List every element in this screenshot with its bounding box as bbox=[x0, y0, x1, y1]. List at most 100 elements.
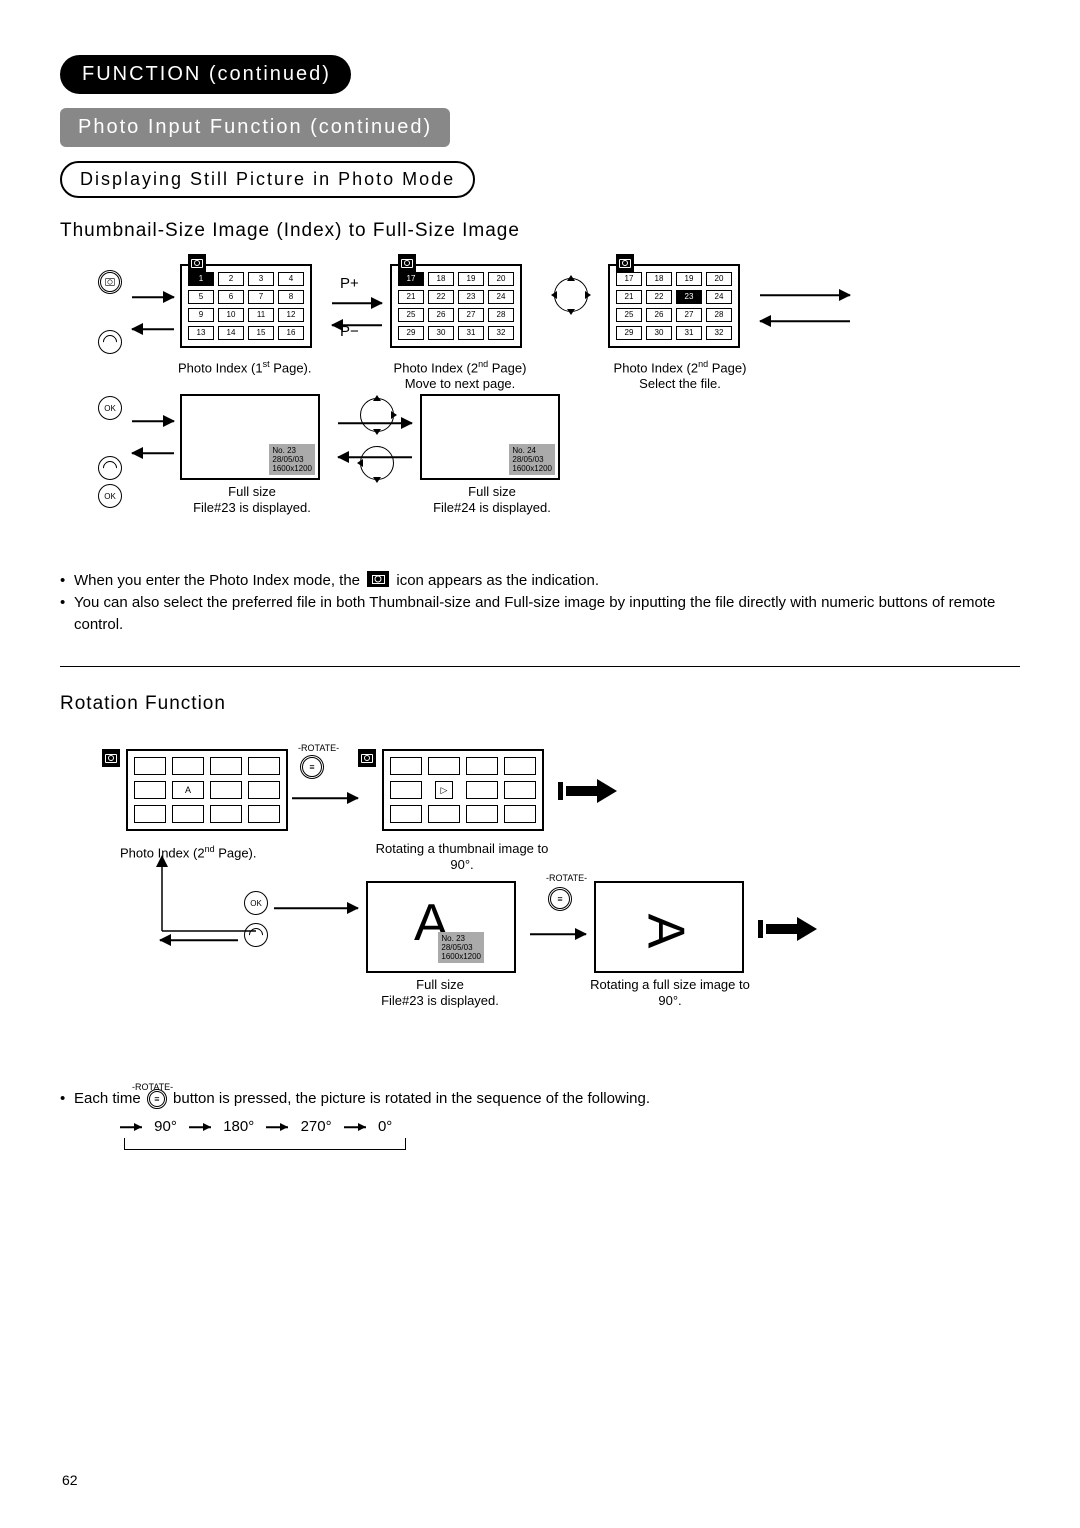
seq-arrow bbox=[266, 1122, 288, 1132]
fullsize-frame-24: No. 24 28/05/03 1600x1200 bbox=[420, 394, 560, 480]
thumb-cell bbox=[504, 805, 536, 823]
rotation-section-title: Rotation Function bbox=[60, 693, 1020, 715]
thumb-cell: 23 bbox=[458, 290, 484, 304]
thumb-cell bbox=[466, 781, 498, 799]
camera-icon bbox=[188, 254, 206, 272]
fullsize-23-caption: Full sizeFile#23 is displayed. bbox=[172, 484, 332, 516]
thumb-cell: 28 bbox=[706, 308, 732, 322]
thumb-cell bbox=[390, 781, 422, 799]
thumb-cell: 29 bbox=[616, 326, 642, 340]
thumb-cell: 28 bbox=[488, 308, 514, 322]
continue-arrow bbox=[566, 785, 616, 797]
thumb-cell bbox=[466, 757, 498, 775]
letter-a-rotated: A bbox=[635, 914, 695, 949]
thumb-cell: 20 bbox=[706, 272, 732, 286]
arrow-right bbox=[274, 901, 358, 915]
fullsize-frame-23: No. 23 28/05/03 1600x1200 bbox=[180, 394, 320, 480]
photo-index-page1-grid: 12345678910111213141516 bbox=[180, 264, 312, 348]
arrow-right bbox=[132, 414, 174, 428]
camera-icon bbox=[616, 254, 634, 272]
thumb-cell: 4 bbox=[278, 272, 304, 286]
fullsize-rotate-caption: Full sizeFile#23 is displayed. bbox=[360, 977, 520, 1009]
thumb-cell: 31 bbox=[676, 326, 702, 340]
thumb-cell bbox=[390, 757, 422, 775]
rot-180: 180° bbox=[223, 1118, 254, 1135]
thumb-cell: 15 bbox=[248, 326, 274, 340]
thumb-cell bbox=[390, 805, 422, 823]
thumb-cell: 32 bbox=[706, 326, 732, 340]
thumb-cell: 32 bbox=[488, 326, 514, 340]
note-item: -ROTATE- Each time ≡ button is pressed, … bbox=[60, 1088, 1020, 1110]
rotate-label: -ROTATE- bbox=[546, 873, 587, 883]
arrow-right bbox=[292, 791, 358, 805]
thumb-cell: 22 bbox=[646, 290, 672, 304]
thumbnail-section-title: Thumbnail-Size Image (Index) to Full-Siz… bbox=[60, 220, 1020, 242]
rotation-diagram: A Photo Index (2nd Page). -ROTATE- ≡ ▷ R… bbox=[60, 743, 1020, 1078]
photo-index-page2-grid: 17181920212223242526272829303132 bbox=[390, 264, 522, 348]
thumb-cell: 24 bbox=[706, 290, 732, 304]
thumb-cell bbox=[134, 805, 166, 823]
function-continued-pill: FUNCTION (continued) bbox=[60, 55, 351, 94]
camera-icon bbox=[358, 749, 376, 767]
thumb-cell: 12 bbox=[278, 308, 304, 322]
photo-index-page2-caption: Photo Index (2nd Page) Move to next page… bbox=[380, 356, 540, 392]
thumb-cell: 19 bbox=[676, 272, 702, 286]
file-info-box: No. 24 28/05/03 1600x1200 bbox=[509, 444, 555, 475]
photo-index-page1-caption: Photo Index (1st Page). bbox=[178, 356, 328, 376]
thumb-cell: 30 bbox=[428, 326, 454, 340]
thumb-cell: 16 bbox=[278, 326, 304, 340]
thumb-cell: 11 bbox=[248, 308, 274, 322]
arrow-left bbox=[132, 322, 174, 336]
thumb-cell: 24 bbox=[488, 290, 514, 304]
seq-arrow bbox=[120, 1122, 142, 1132]
thumb-cell: 27 bbox=[458, 308, 484, 322]
ok-button-icon: OK bbox=[98, 484, 122, 508]
fullsize-rotated-frame: A bbox=[594, 881, 744, 973]
thumb-cell bbox=[134, 781, 166, 799]
photo-index-select-caption: Photo Index (2nd Page) Select the file. bbox=[600, 356, 760, 392]
thumb-cell bbox=[172, 805, 204, 823]
thumb-cell: 2 bbox=[218, 272, 244, 286]
arrow-left bbox=[132, 446, 174, 460]
thumb-cell bbox=[210, 781, 242, 799]
arrow-right bbox=[332, 296, 382, 310]
cursor-pad-icon bbox=[554, 278, 588, 312]
thumb-cell: 26 bbox=[428, 308, 454, 322]
back-button-icon bbox=[98, 456, 122, 480]
fullsize-24-caption: Full sizeFile#24 is displayed. bbox=[412, 484, 572, 516]
thumb-cell: A bbox=[172, 781, 204, 799]
page-number: 62 bbox=[62, 1472, 78, 1488]
rotate-button-icon: ≡ bbox=[300, 755, 324, 779]
thumb-cell: 21 bbox=[616, 290, 642, 304]
arrow-left bbox=[760, 314, 850, 328]
thumb-cell: 14 bbox=[218, 326, 244, 340]
notes-list-1: When you enter the Photo Index mode, the… bbox=[60, 570, 1020, 636]
seq-arrow bbox=[189, 1122, 211, 1132]
thumb-cell bbox=[210, 757, 242, 775]
thumb-cell: 3 bbox=[248, 272, 274, 286]
rotation-sequence: 90° 180° 270° 0° bbox=[120, 1118, 1020, 1135]
photo-index-page2-selected-grid: 17181920212223242526272829303132 bbox=[608, 264, 740, 348]
arrow-right bbox=[338, 416, 412, 430]
thumb-cell bbox=[428, 805, 460, 823]
rot-270: 270° bbox=[301, 1118, 332, 1135]
camera-icon bbox=[398, 254, 416, 272]
thumb-cell bbox=[504, 757, 536, 775]
arrow-right bbox=[760, 288, 850, 302]
rotation-caption-after: Rotating a thumbnail image to 90°. bbox=[372, 841, 552, 873]
arrow-right bbox=[530, 927, 586, 941]
notes-list-2: -ROTATE- Each time ≡ button is pressed, … bbox=[60, 1088, 1020, 1110]
rotate-label: -ROTATE- bbox=[132, 1076, 173, 1098]
thumb-cell: 5 bbox=[188, 290, 214, 304]
fullsize-rotate-frame: A No. 23 28/05/03 1600x1200 bbox=[366, 881, 516, 973]
thumb-cell: 25 bbox=[398, 308, 424, 322]
thumb-cell: 17 bbox=[398, 272, 424, 286]
arrow-left bbox=[160, 933, 238, 947]
photo-input-continued-pill: Photo Input Function (continued) bbox=[60, 108, 450, 147]
thumb-cell: 8 bbox=[278, 290, 304, 304]
p-plus-label: P+ bbox=[340, 276, 359, 292]
thumb-cell: 10 bbox=[218, 308, 244, 322]
thumb-cell bbox=[428, 757, 460, 775]
ok-button-icon: OK bbox=[244, 891, 268, 915]
file-info-box: No. 23 28/05/03 1600x1200 bbox=[269, 444, 315, 475]
